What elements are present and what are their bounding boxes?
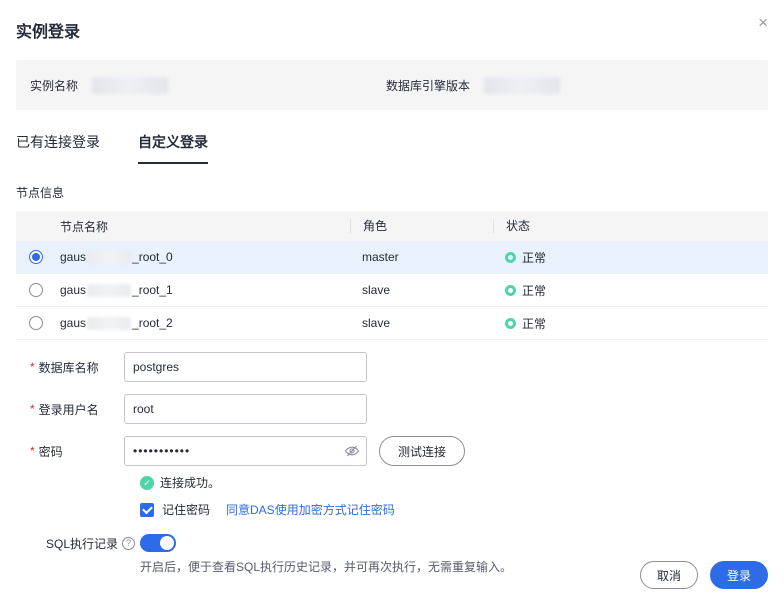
db-name-row: * 数据库名称 <box>30 352 768 382</box>
sql-record-label-wrap: SQL执行记录 <box>46 535 140 552</box>
node-name-cell: gaus _root_2 <box>56 316 350 330</box>
node-table-header: 节点名称 角色 状态 <box>16 211 768 241</box>
instance-name-value-redacted <box>92 76 169 94</box>
cancel-button[interactable]: 取消 <box>639 561 698 589</box>
username-row: * 登录用户名 <box>30 394 768 424</box>
node-status-cell: 正常 <box>493 282 768 299</box>
sql-record-toggle[interactable] <box>140 534 176 552</box>
radio-cell <box>16 316 56 330</box>
radio-cell <box>16 250 56 264</box>
password-label-wrap: * 密码 <box>30 443 124 460</box>
node-name-prefix: gaus <box>60 283 87 297</box>
node-name-suffix: _root_1 <box>132 283 173 297</box>
engine-version-value-redacted <box>484 76 561 94</box>
status-normal-icon <box>505 317 516 329</box>
node-name-redacted <box>87 283 132 297</box>
node-radio[interactable] <box>29 283 43 297</box>
column-header-role: 角色 <box>350 219 493 233</box>
status-normal-icon <box>505 284 516 296</box>
engine-version-item: 数据库引擎版本 <box>386 76 561 94</box>
help-icon[interactable] <box>122 536 136 550</box>
sql-record-row: SQL执行记录 <box>46 534 768 552</box>
required-marker: * <box>30 360 35 374</box>
test-connection-button[interactable]: 测试连接 <box>379 436 466 466</box>
encryption-agreement-link[interactable]: 同意DAS使用加密方式记住密码 <box>226 501 395 518</box>
instance-name-label: 实例名称 <box>30 78 79 93</box>
node-name-suffix: _root_0 <box>132 250 173 264</box>
required-marker: * <box>30 444 35 458</box>
connection-success-text: 连接成功。 <box>160 476 221 490</box>
sql-record-label: SQL执行记录 <box>46 536 119 551</box>
node-name-cell: gaus _root_1 <box>56 283 350 297</box>
db-name-label: 数据库名称 <box>38 360 99 375</box>
username-label: 登录用户名 <box>38 402 99 417</box>
node-radio-selected[interactable] <box>29 250 43 264</box>
column-header-node-name: 节点名称 <box>60 219 109 234</box>
node-name-prefix: gaus <box>60 316 87 330</box>
password-label: 密码 <box>38 444 63 459</box>
node-radio[interactable] <box>29 316 43 330</box>
column-header-status: 状态 <box>493 219 768 233</box>
close-icon[interactable]: × <box>758 14 768 31</box>
node-info-title: 节点信息 <box>16 186 65 200</box>
engine-version-label: 数据库引擎版本 <box>386 78 471 93</box>
db-name-input[interactable] <box>124 352 367 382</box>
username-label-wrap: * 登录用户名 <box>30 401 124 418</box>
tab-existing-connection-login[interactable]: 已有连接登录 <box>16 132 100 164</box>
success-check-icon <box>140 475 154 490</box>
instance-login-dialog: 实例登录 × 实例名称 数据库引擎版本 已有连接登录 自定义登录 节点信息 节点… <box>0 0 784 601</box>
table-row-node-2[interactable]: gaus _root_2 slave 正常 <box>16 307 768 340</box>
db-name-label-wrap: * 数据库名称 <box>30 359 124 376</box>
table-row-node-1[interactable]: gaus _root_1 slave 正常 <box>16 274 768 307</box>
node-status-cell: 正常 <box>493 315 768 332</box>
instance-info-bar: 实例名称 数据库引擎版本 <box>16 60 768 110</box>
connection-success-row: 连接成功。 <box>140 474 768 491</box>
required-marker: * <box>30 402 35 416</box>
password-input-wrap <box>124 436 367 466</box>
page-title: 实例登录 <box>16 24 81 41</box>
status-text: 正常 <box>522 316 547 331</box>
password-input[interactable] <box>124 436 367 466</box>
node-name-redacted <box>87 250 132 264</box>
remember-password-checkbox[interactable] <box>140 502 154 517</box>
remember-password-row: 记住密码 同意DAS使用加密方式记住密码 <box>140 501 768 518</box>
remember-password-label: 记住密码 <box>162 503 211 517</box>
node-role-cell: slave <box>362 283 391 297</box>
node-name-redacted <box>87 316 132 330</box>
login-button[interactable]: 登录 <box>709 561 768 589</box>
node-role-cell: slave <box>362 316 391 330</box>
instance-name-item: 实例名称 <box>30 76 386 94</box>
status-text: 正常 <box>522 250 547 265</box>
eye-off-icon[interactable] <box>344 443 360 462</box>
node-name-cell: gaus _root_0 <box>56 250 350 264</box>
username-input[interactable] <box>124 394 367 424</box>
dialog-footer: 取消 登录 <box>639 561 768 589</box>
node-name-suffix: _root_2 <box>132 316 173 330</box>
password-row: * 密码 测试连接 <box>30 436 768 466</box>
radio-cell <box>16 283 56 297</box>
node-role-cell: master <box>362 250 399 264</box>
status-normal-icon <box>505 251 516 263</box>
node-status-cell: 正常 <box>493 249 768 266</box>
tab-custom-login[interactable]: 自定义登录 <box>138 132 208 164</box>
node-name-prefix: gaus <box>60 250 87 264</box>
dialog-header: 实例登录 × <box>16 0 768 42</box>
login-tabs: 已有连接登录 自定义登录 <box>16 132 768 164</box>
table-row-node-0[interactable]: gaus _root_0 master 正常 <box>16 241 768 274</box>
node-table: 节点名称 角色 状态 gaus _root_0 master 正常 gaus _… <box>16 211 768 340</box>
status-text: 正常 <box>522 283 547 298</box>
